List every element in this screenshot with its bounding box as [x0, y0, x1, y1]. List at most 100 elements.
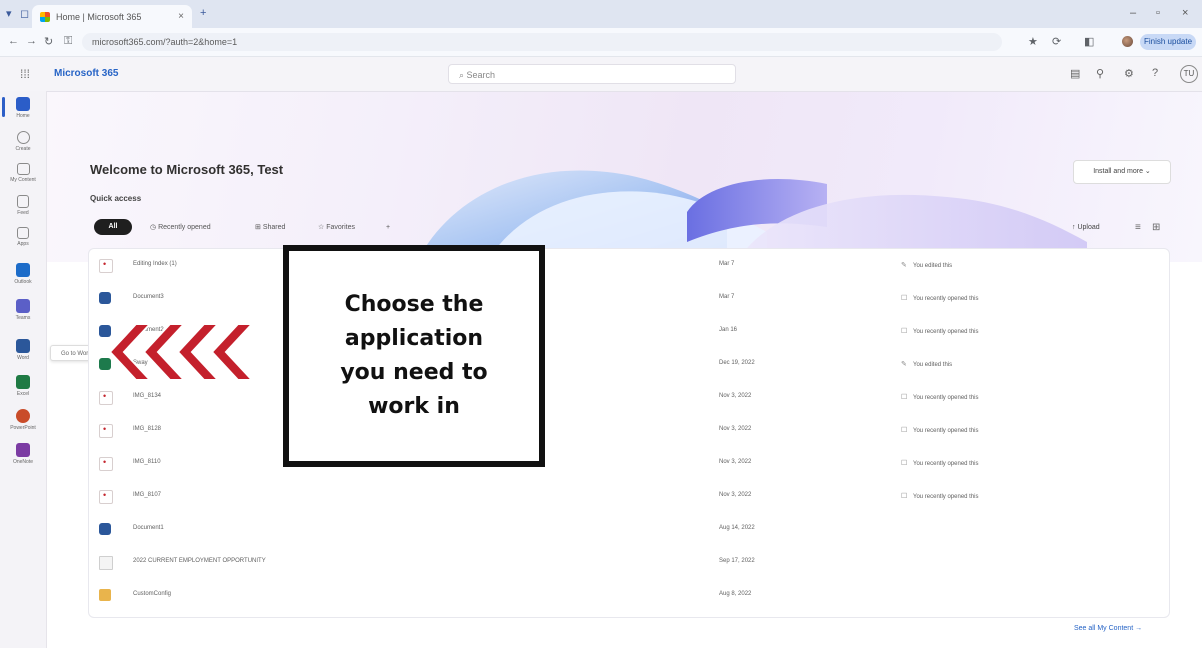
file-name[interactable]: IMG_8107 — [133, 492, 161, 498]
pdf-file-icon — [99, 457, 113, 471]
folder-file-icon — [99, 589, 111, 601]
favorite-star-icon[interactable]: ★ — [1028, 35, 1038, 48]
rail-item-label: Excel — [16, 391, 30, 397]
tab-actions-icon[interactable]: ▾ — [6, 7, 12, 20]
rail-item-excel[interactable]: Excel — [0, 375, 46, 397]
forward-arrow-icon[interactable]: → — [26, 35, 37, 47]
rail-item-outlook[interactable]: Outlook — [0, 263, 46, 285]
rail-item-word[interactable]: Word — [0, 339, 46, 361]
help-icon[interactable]: ? — [1152, 67, 1158, 79]
rail-item-label: Feed — [17, 210, 29, 216]
file-name[interactable]: IMG_8134 — [133, 393, 161, 399]
table-row[interactable]: CustomConfig Aug 8, 2022 — [89, 579, 1169, 612]
activity-text: You edited this — [913, 362, 953, 368]
split-screen-icon[interactable]: ◧ — [1084, 35, 1094, 48]
notifications-icon[interactable]: ▤ — [1070, 67, 1080, 80]
filter-recently-opened[interactable]: ◷ Recently opened — [150, 220, 211, 236]
m365-favicon-icon — [40, 11, 50, 22]
pdf-file-icon — [99, 490, 113, 504]
new-tab-button[interactable]: + — [200, 7, 206, 19]
rail-item-teams[interactable]: Teams — [0, 299, 46, 321]
add-filter-button[interactable]: + — [386, 220, 390, 236]
welcome-banner: Welcome to Microsoft 365, Test Install a… — [47, 92, 1202, 262]
opened-icon: ☐ — [901, 394, 908, 401]
excel-icon — [16, 375, 30, 389]
browser-tab[interactable]: Home | Microsoft 365 × — [32, 5, 192, 28]
pointer-chevrons — [108, 323, 255, 381]
search-input[interactable]: ⌕ Search — [448, 64, 736, 84]
table-row[interactable]: IMG_8110 Nov 3, 2022 ☐ You recently opene… — [89, 447, 1169, 480]
activity-text: You recently opened this — [913, 428, 979, 434]
rail-item-home[interactable]: Home — [0, 97, 46, 119]
file-name[interactable]: 2022 CURRENT EMPLOYMENT OPPORTUNITY — [133, 558, 266, 564]
app-launcher-icon[interactable]: ⁞⁞⁞ — [20, 67, 30, 81]
ribbon-illustration — [417, 170, 1087, 262]
settings-gear-icon[interactable]: ⚙ — [1124, 67, 1134, 80]
lock-icon: ⚿ — [64, 35, 73, 47]
file-name[interactable]: Editing Index (1) — [133, 261, 177, 267]
powerpoint-icon — [16, 409, 30, 423]
activity-text: You recently opened this — [913, 395, 979, 401]
activity-text: You recently opened this — [913, 494, 979, 500]
rail-item-create[interactable]: Create — [0, 131, 46, 152]
filter-shared[interactable]: ⊞ Shared — [255, 220, 285, 236]
file-name[interactable]: Document3 — [133, 294, 164, 300]
clock-icon: ◷ — [150, 224, 159, 231]
app-name[interactable]: Microsoft 365 — [54, 68, 118, 79]
rail-item-onenote[interactable]: OneNote — [0, 443, 46, 465]
teams-icon — [16, 299, 30, 313]
maximize-button[interactable]: ▫ — [1156, 7, 1160, 19]
grid-view-icon[interactable]: ⊞ — [1152, 220, 1160, 236]
close-tab-icon[interactable]: × — [178, 11, 184, 22]
file-list: Editing Index (1) Mar 7 ✎ You edited this… — [88, 248, 1170, 618]
instruction-callout: Choose the application you need to work … — [283, 245, 545, 467]
rail-item-apps[interactable]: Apps — [0, 227, 46, 247]
back-arrow-icon[interactable]: ← — [8, 35, 19, 47]
account-avatar[interactable]: TU — [1180, 65, 1198, 83]
url-field[interactable]: microsoft365.com/?auth=2&home=1 — [82, 33, 1002, 51]
file-name[interactable]: CustomConfig — [133, 591, 171, 597]
feed-icon — [17, 195, 29, 208]
callout-text: Choose the application you need to work … — [340, 292, 488, 419]
opened-icon: ☐ — [901, 493, 908, 500]
file-name[interactable]: Document1 — [133, 525, 164, 531]
filter-icon[interactable]: ≡ — [1135, 220, 1141, 236]
folder-icon — [16, 163, 30, 175]
home-icon — [16, 97, 30, 111]
rail-item-powerpoint[interactable]: PowerPoint — [0, 409, 46, 431]
file-date: Aug 14, 2022 — [719, 525, 755, 531]
quick-access-heading: Quick access — [90, 194, 142, 203]
word-icon — [16, 339, 30, 353]
install-and-more-button[interactable]: Install and more ⌄ — [1073, 160, 1171, 184]
filter-favorites[interactable]: ☆ Favorites — [318, 220, 355, 236]
table-row[interactable]: IMG_8107 Nov 3, 2022 ☐ You recently opene… — [89, 480, 1169, 513]
table-row[interactable]: Document1 Aug 14, 2022 — [89, 513, 1169, 546]
word-file-icon — [99, 523, 111, 535]
table-row[interactable]: Editing Index (1) Mar 7 ✎ You edited this — [89, 249, 1169, 282]
rail-item-my-content[interactable]: My Content — [0, 163, 46, 183]
finish-update-button[interactable]: Finish update — [1140, 34, 1196, 50]
file-name[interactable]: IMG_8128 — [133, 426, 161, 432]
rail-item-feed[interactable]: Feed — [0, 195, 46, 216]
tab-groups-icon[interactable]: ◻ — [20, 7, 29, 20]
browser-profile-avatar[interactable] — [1122, 36, 1133, 47]
rail-item-label: Apps — [17, 241, 29, 247]
file-activity: ✎ You edited this — [901, 261, 952, 269]
feedback-icon[interactable]: ⚲ — [1096, 67, 1104, 80]
file-name[interactable]: IMG_8110 — [133, 459, 161, 465]
close-window-button[interactable]: × — [1182, 7, 1188, 19]
file-activity: ☐ You recently opened this — [901, 393, 979, 401]
star-icon: ☆ — [318, 224, 327, 231]
see-all-my-content-link[interactable]: See all My Content → — [1074, 625, 1142, 632]
upload-button[interactable]: ↑ Upload — [1072, 220, 1100, 236]
extensions-icon[interactable]: ⟳ — [1052, 35, 1061, 48]
table-row[interactable]: IMG_8134 Nov 3, 2022 ☐ You recently opene… — [89, 381, 1169, 414]
table-row[interactable]: IMG_8128 Nov 3, 2022 ☐ You recently opene… — [89, 414, 1169, 447]
rail-item-label: OneNote — [12, 459, 33, 465]
table-row[interactable]: Document3 Mar 7 ☐ You recently opened thi… — [89, 282, 1169, 315]
minimize-button[interactable]: – — [1130, 7, 1136, 19]
refresh-icon[interactable]: ↻ — [44, 35, 53, 48]
filter-all-chip[interactable]: All — [94, 219, 132, 235]
m365-header: ⁞⁞⁞ Microsoft 365 ⌕ Search ▤ ⚲ ⚙ ? TU — [0, 57, 1202, 92]
table-row[interactable]: 2022 CURRENT EMPLOYMENT OPPORTUNITY Sep … — [89, 546, 1169, 579]
